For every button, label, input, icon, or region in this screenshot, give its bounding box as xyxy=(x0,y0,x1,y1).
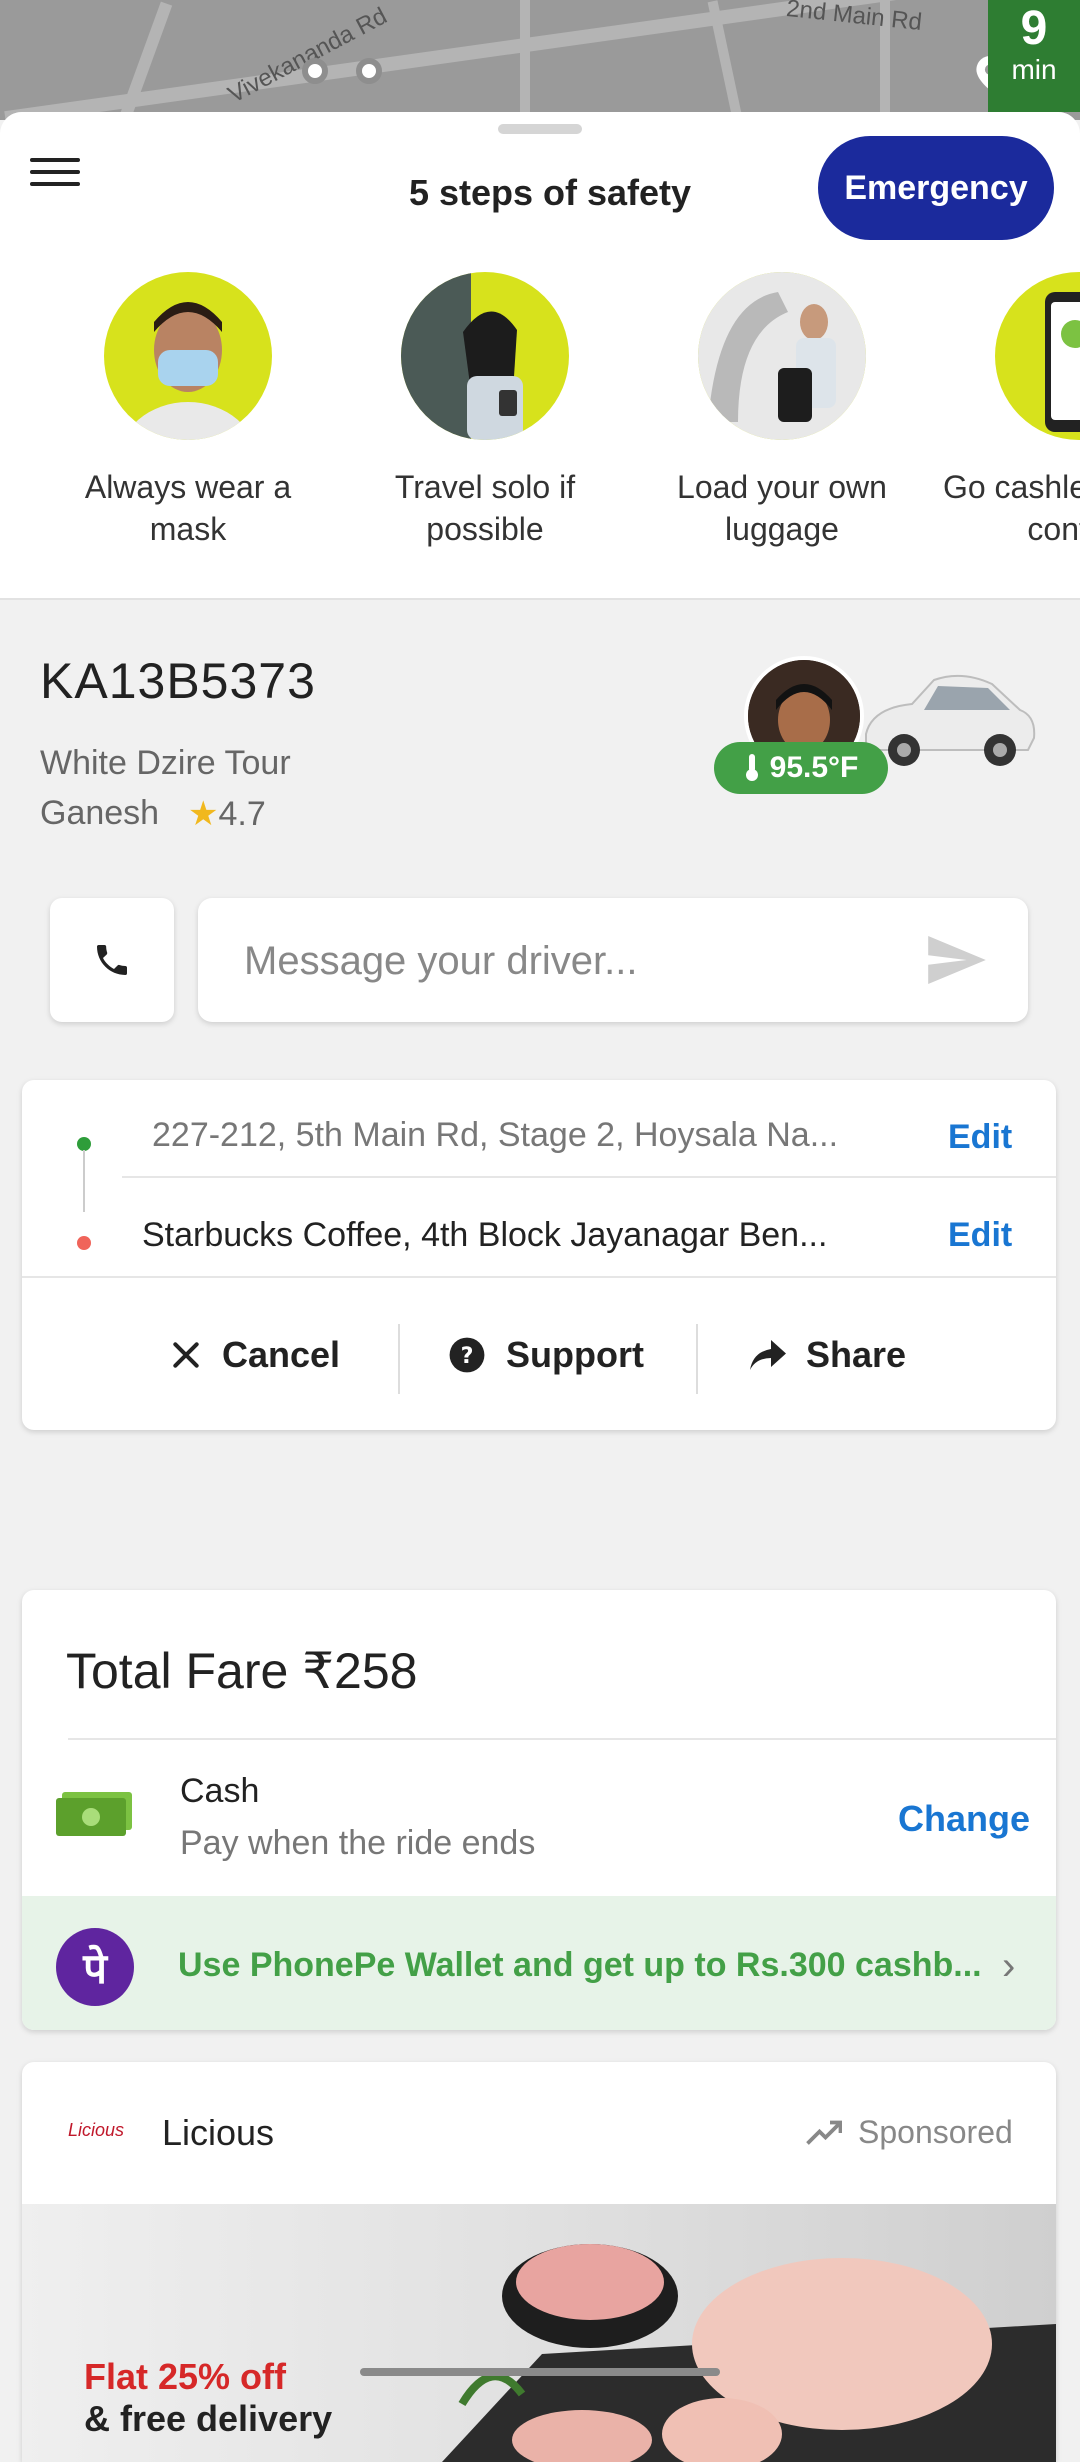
car-model: White Dzire Tour xyxy=(40,744,291,782)
route-connector xyxy=(83,1150,85,1212)
sheet-drag-handle[interactable] xyxy=(498,124,582,134)
eta-unit: min xyxy=(1011,54,1057,85)
pickup-dot-icon xyxy=(77,1137,91,1151)
safety-tip-caption: Travel solo if possible xyxy=(394,469,576,547)
message-driver-field[interactable] xyxy=(198,898,1028,1022)
phone-icon xyxy=(97,945,127,975)
temperature-value: 95.5°F xyxy=(769,751,859,784)
safety-tip-solo[interactable]: Travel solo if possible xyxy=(340,272,630,550)
map-drop-marker xyxy=(356,58,382,84)
cash-icon xyxy=(56,1792,132,1836)
map-pickup-marker xyxy=(302,58,328,84)
support-button[interactable]: ? Support xyxy=(448,1320,644,1390)
temperature-badge: 95.5°F xyxy=(714,742,888,794)
close-icon xyxy=(173,1342,199,1368)
share-button[interactable]: Share xyxy=(750,1320,906,1390)
ride-details-sheet: 5 steps of safety Emergency Always wear … xyxy=(0,112,1080,2462)
drop-dot-icon xyxy=(77,1236,91,1250)
help-icon: ? xyxy=(449,1337,485,1373)
divider xyxy=(398,1324,400,1394)
fare-card: Total Fare ₹258 Cash Pay when the ride e… xyxy=(22,1590,1056,2030)
map-street-label: 2nd Main Rd xyxy=(785,0,924,37)
svg-text:?: ? xyxy=(461,1343,474,1369)
ad-offer-line-1: Flat 25% off xyxy=(84,2356,287,2397)
message-input[interactable] xyxy=(242,934,906,988)
phonepe-logo-icon: पे xyxy=(56,1928,134,2006)
sponsored-ad-card[interactable]: Licious Licious Sponsored Flat 25% off &… xyxy=(22,2062,1056,2462)
call-driver-button[interactable] xyxy=(50,898,174,1022)
licious-logo: Licious xyxy=(68,2120,125,2140)
safety-section: 5 steps of safety Emergency Always wear … xyxy=(0,112,1080,600)
driver-rating-value: 4.7 xyxy=(218,795,266,833)
menu-icon[interactable] xyxy=(30,150,80,200)
support-label: Support xyxy=(506,1334,644,1375)
share-label: Share xyxy=(806,1334,907,1375)
ad-offer-line-2: & free delivery xyxy=(84,2398,333,2439)
star-icon: ★ xyxy=(188,795,219,833)
total-fare: Total Fare ₹258 xyxy=(66,1643,418,1699)
safety-tip-caption: Go cashless & limit contact xyxy=(942,469,1080,547)
divider xyxy=(68,1738,1056,1740)
map-road xyxy=(520,0,530,120)
driver-rating: ★4.7 xyxy=(188,794,266,834)
safety-tips-carousel[interactable]: Always wear a mask Travel solo if possib… xyxy=(0,272,1080,572)
ride-actions-bar: Cancel ? Support Share xyxy=(22,1276,1056,1432)
cashless-illustration xyxy=(995,272,1080,440)
cancel-ride-button[interactable]: Cancel xyxy=(170,1320,340,1390)
map-view[interactable]: Vivekananda Rd 2nd Main Rd 9 min xyxy=(0,0,1080,120)
eta-value: 9 xyxy=(1020,2,1048,55)
safety-tip-caption: Always wear a mask xyxy=(84,469,292,547)
send-icon[interactable] xyxy=(928,936,986,984)
chevron-right-icon: › xyxy=(1002,1944,1016,1988)
safety-tip-luggage[interactable]: Load your own luggage xyxy=(637,272,927,550)
gesture-nav-bar[interactable] xyxy=(360,2368,720,2376)
sponsored-label: Sponsored xyxy=(858,2114,1013,2150)
promo-text: Use PhonePe Wallet and get up to Rs.300 … xyxy=(178,1946,982,1984)
thermometer-icon xyxy=(745,754,758,781)
safety-tip-mask[interactable]: Always wear a mask xyxy=(43,272,333,550)
safety-title: 5 steps of safety xyxy=(408,172,692,213)
safety-tip-caption: Load your own luggage xyxy=(677,469,887,547)
vehicle-plate: KA13B5373 xyxy=(40,653,316,709)
route-card: 227-212, 5th Main Rd, Stage 2, Hoysala N… xyxy=(22,1080,1056,1430)
pickup-address[interactable]: 227-212, 5th Main Rd, Stage 2, Hoysala N… xyxy=(152,1116,902,1155)
payment-subtext: Pay when the ride ends xyxy=(180,1824,536,1862)
edit-drop-link[interactable]: Edit xyxy=(948,1216,1012,1255)
payment-method: Cash xyxy=(180,1772,260,1810)
trending-up-icon xyxy=(806,2120,842,2145)
divider xyxy=(696,1324,698,1394)
safety-tip-cashless[interactable]: Go cashless & limit contact xyxy=(934,272,1080,550)
mask-illustration xyxy=(104,272,272,440)
eta-badge: 9 min xyxy=(988,0,1080,112)
drop-address[interactable]: Starbucks Coffee, 4th Block Jayanagar Be… xyxy=(142,1216,902,1255)
solo-travel-illustration xyxy=(401,272,569,440)
driver-name: Ganesh xyxy=(40,794,160,832)
cancel-label: Cancel xyxy=(222,1334,341,1375)
map-street-label: Vivekananda Rd xyxy=(223,2,392,109)
emergency-button[interactable]: Emergency xyxy=(818,136,1054,240)
change-payment-link[interactable]: Change xyxy=(898,1798,1030,1840)
luggage-illustration xyxy=(698,272,866,440)
phonepe-promo-banner[interactable]: पे Use PhonePe Wallet and get up to Rs.3… xyxy=(22,1896,1056,2030)
ad-banner-image[interactable]: Flat 25% off & free delivery xyxy=(22,2204,1056,2462)
edit-pickup-link[interactable]: Edit xyxy=(948,1118,1012,1157)
ad-brand-name: Licious xyxy=(162,2112,275,2153)
share-arrow-icon xyxy=(750,1340,786,1370)
